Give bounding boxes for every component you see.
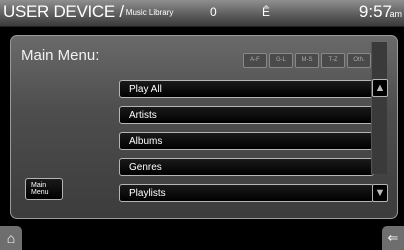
source-title: USER DEVICE / bbox=[3, 2, 124, 21]
phone-status-icon: 0 bbox=[210, 5, 217, 19]
clock-ampm: am bbox=[389, 9, 402, 19]
main-menu-button-label: Main Menu bbox=[31, 182, 49, 196]
menu-item-albums[interactable]: Albums bbox=[119, 132, 374, 150]
alpha-tab-g-l[interactable]: G-L bbox=[269, 53, 293, 68]
status-bar: USER DEVICE / Music Library 0 Ê 9:57 am bbox=[0, 0, 404, 27]
down-arrow-icon: ▼ bbox=[374, 187, 386, 199]
home-icon: ⌂ bbox=[6, 230, 16, 246]
menu-item-play-all[interactable]: Play All bbox=[119, 80, 374, 98]
scroll-track[interactable] bbox=[371, 42, 387, 174]
signal-status-icon: Ê bbox=[262, 5, 271, 19]
home-button[interactable]: ⌂ bbox=[0, 226, 22, 250]
menu-title: Main Menu: bbox=[21, 47, 100, 64]
main-menu-panel: Main Menu: A-F G-L M-S T-Z Oth. Play All… bbox=[10, 35, 398, 219]
clock: 9:57 bbox=[358, 2, 392, 21]
menu-item-artists[interactable]: Artists bbox=[119, 106, 374, 124]
source-subtitle: Music Library bbox=[125, 8, 174, 17]
scroll-down-button[interactable]: ▼ bbox=[372, 184, 388, 202]
back-button[interactable]: ⇐ bbox=[382, 226, 404, 250]
device-title: USER DEVICE / Music Library bbox=[3, 2, 173, 22]
up-arrow-icon: ▲ bbox=[374, 82, 386, 94]
alpha-tab-other[interactable]: Oth. bbox=[347, 53, 371, 68]
scroll-up-button[interactable]: ▲ bbox=[372, 79, 388, 97]
menu-item-playlists[interactable]: Playlists bbox=[119, 184, 374, 202]
bottom-bar bbox=[0, 226, 404, 250]
alpha-tab-m-s[interactable]: M-S bbox=[295, 53, 319, 68]
menu-item-genres[interactable]: Genres bbox=[119, 158, 374, 176]
back-icon: ⇐ bbox=[387, 230, 399, 245]
main-menu-button[interactable]: Main Menu bbox=[25, 178, 63, 200]
alpha-tab-a-f[interactable]: A-F bbox=[243, 53, 267, 68]
alpha-tab-t-z[interactable]: T-Z bbox=[321, 53, 345, 68]
